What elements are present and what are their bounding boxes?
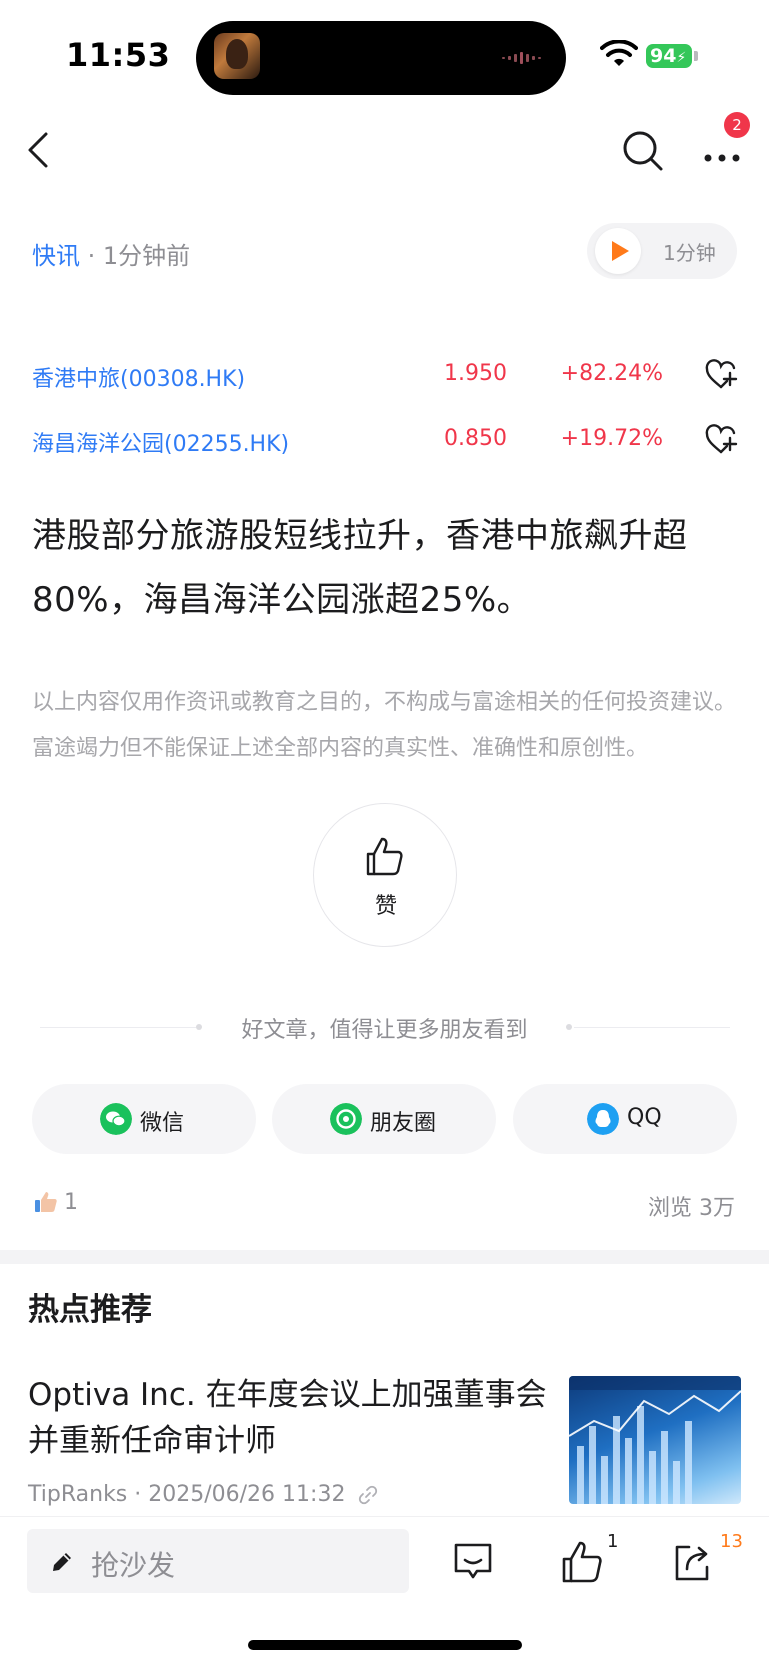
comment-placeholder: 抢沙发	[91, 1549, 176, 1582]
notification-badge: 2	[724, 112, 750, 138]
home-indicator[interactable]	[248, 1640, 522, 1650]
battery-cap	[694, 51, 698, 61]
stock-chart-image	[569, 1376, 741, 1504]
audio-waveform-icon	[502, 52, 541, 64]
top-nav	[0, 110, 769, 190]
battery-level: 94	[650, 45, 677, 67]
listen-audio-button[interactable]: 1分钟	[587, 223, 737, 279]
divider-dot	[566, 1024, 572, 1030]
link-icon	[359, 1485, 378, 1505]
dynamic-island[interactable]	[196, 21, 566, 95]
add-watchlist-icon[interactable]	[704, 359, 738, 391]
battery-indicator: 94⚡	[646, 44, 692, 68]
stock-name[interactable]: 海昌海洋公园(02255.HK)	[32, 426, 289, 458]
like-icon[interactable]	[559, 1539, 605, 1585]
more-icon[interactable]	[700, 132, 744, 172]
search-icon[interactable]	[620, 128, 666, 174]
hot-section-title: 热点推荐	[28, 1292, 152, 1328]
qq-icon	[587, 1103, 619, 1135]
hot-item-source: TipRanks · 2025/06/26 11:32	[28, 1482, 346, 1507]
wechat-icon	[100, 1103, 132, 1135]
share-wechat-button[interactable]: 微信	[32, 1084, 256, 1154]
audio-duration: 1分钟	[663, 241, 716, 265]
share-count: 13	[720, 1531, 743, 1552]
article-headline: 港股部分旅游股短线拉升，香港中旅飙升超80%，海昌海洋公园涨超25%。	[32, 516, 688, 620]
comment-input[interactable]: 抢沙发	[27, 1529, 409, 1593]
likes-count: 1	[64, 1190, 78, 1215]
stock-row[interactable]: 海昌海洋公园(02255.HK) 0.850 +19.72%	[0, 422, 769, 462]
share-label: QQ	[627, 1105, 662, 1130]
share-icon[interactable]	[669, 1539, 715, 1585]
share-moments-button[interactable]: 朋友圈	[272, 1084, 496, 1154]
share-prompt: 好文章，值得让更多朋友看到	[241, 1018, 528, 1043]
moments-icon	[330, 1103, 362, 1135]
status-bar: 11:53 94⚡	[0, 0, 769, 110]
hot-item-thumbnail[interactable]	[569, 1376, 741, 1504]
play-icon	[595, 228, 641, 274]
share-qq-button[interactable]: QQ	[513, 1084, 737, 1154]
like-label: 赞	[374, 894, 397, 919]
now-playing-artwork	[214, 33, 260, 79]
thumbs-up-icon	[366, 837, 403, 876]
stock-price: 0.850	[444, 426, 507, 451]
meta-separator: ·	[80, 242, 103, 270]
add-watchlist-icon[interactable]	[704, 424, 738, 456]
likes-thumb-icon	[35, 1192, 57, 1212]
charging-bolt-icon: ⚡	[676, 50, 687, 66]
status-time: 11:53	[66, 36, 171, 74]
comment-icon[interactable]	[450, 1539, 496, 1585]
article-meta: 快讯 · 1分钟前	[32, 236, 190, 271]
divider-right	[574, 1027, 730, 1028]
pencil-icon	[53, 1553, 71, 1571]
like-count: 1	[607, 1531, 619, 1552]
like-article-button[interactable]: 赞	[313, 803, 457, 947]
share-label: 朋友圈	[370, 1111, 437, 1136]
stock-name[interactable]: 香港中旅(00308.HK)	[32, 361, 245, 393]
stock-row[interactable]: 香港中旅(00308.HK) 1.950 +82.24%	[0, 357, 769, 397]
view-count: 浏览 3万	[648, 1196, 735, 1221]
disclaimer-text: 以上内容仅用作资讯或教育之目的，不构成与富途相关的任何投资建议。富途竭力但不能保…	[32, 690, 737, 761]
back-chevron-icon[interactable]	[22, 128, 58, 172]
stock-change: +82.24%	[560, 361, 663, 386]
wifi-icon	[600, 40, 638, 66]
stock-price: 1.950	[444, 361, 507, 386]
published-time: 1分钟前	[102, 242, 191, 270]
category-tag[interactable]: 快讯	[32, 242, 80, 270]
hot-item-title[interactable]: Optiva Inc. 在年度会议上加强董事会并重新任命审计师	[28, 1372, 548, 1464]
share-label: 微信	[140, 1111, 185, 1136]
stock-change: +19.72%	[560, 426, 663, 451]
hot-item-meta: TipRanks · 2025/06/26 11:32	[28, 1482, 378, 1507]
section-divider	[0, 1250, 769, 1264]
